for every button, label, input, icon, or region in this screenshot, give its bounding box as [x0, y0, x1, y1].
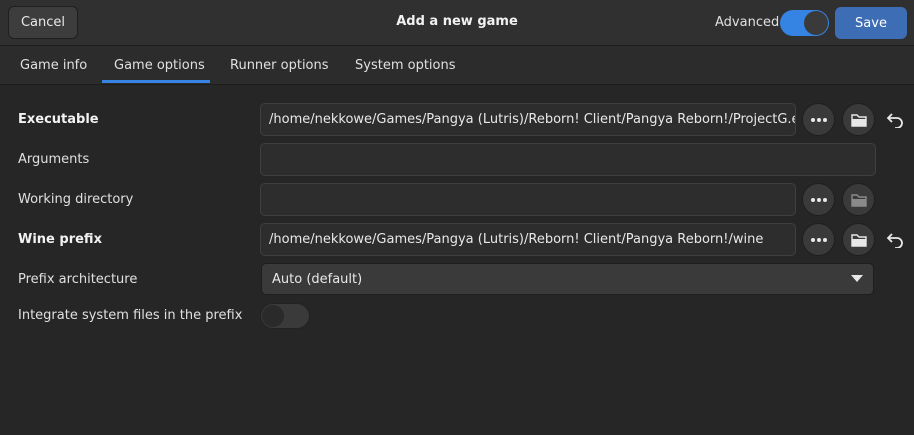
header-bar: Cancel Add a new game Advanced Save	[0, 0, 914, 46]
save-button[interactable]: Save	[835, 7, 907, 39]
folder-icon	[850, 113, 867, 127]
more-icon	[810, 197, 827, 202]
chevron-down-icon	[851, 275, 863, 282]
wine-prefix-label: Wine prefix	[18, 232, 102, 247]
tab-game-options[interactable]: Game options	[114, 58, 205, 73]
working-directory-browse-button[interactable]	[842, 183, 875, 216]
wine-prefix-browse-button[interactable]	[842, 223, 875, 256]
working-directory-more-button[interactable]	[802, 183, 835, 216]
undo-icon	[886, 233, 903, 248]
executable-label: Executable	[18, 112, 99, 127]
more-icon	[810, 117, 827, 122]
prefix-architecture-dropdown[interactable]: Auto (default)	[261, 263, 874, 295]
folder-icon	[850, 193, 867, 207]
wine-prefix-reset-button[interactable]	[883, 228, 907, 252]
tab-system-options[interactable]: System options	[355, 58, 456, 73]
tab-runner-options[interactable]: Runner options	[230, 58, 329, 73]
executable-reset-button[interactable]	[883, 108, 907, 132]
integrate-system-files-label: Integrate system files in the prefix	[18, 308, 243, 323]
prefix-architecture-value: Auto (default)	[272, 271, 363, 287]
advanced-toggle-knob	[804, 11, 828, 35]
arguments-input[interactable]	[260, 143, 876, 176]
tab-game-info[interactable]: Game info	[20, 58, 87, 73]
integrate-system-files-toggle-knob	[262, 305, 284, 327]
advanced-toggle[interactable]	[780, 10, 829, 36]
arguments-label: Arguments	[18, 152, 90, 167]
active-tab-indicator	[102, 80, 210, 83]
integrate-system-files-toggle[interactable]	[260, 303, 310, 329]
prefix-architecture-label: Prefix architecture	[18, 272, 138, 287]
more-icon	[810, 237, 827, 242]
working-directory-label: Working directory	[18, 192, 134, 207]
undo-icon	[886, 113, 903, 128]
executable-browse-button[interactable]	[842, 103, 875, 136]
tab-bar: Game info Game options Runner options Sy…	[0, 46, 914, 85]
executable-more-button[interactable]	[802, 103, 835, 136]
working-directory-input[interactable]	[260, 183, 796, 216]
wine-prefix-input[interactable]: /home/nekkowe/Games/Pangya (Lutris)/Rebo…	[260, 223, 796, 256]
advanced-label: Advanced	[715, 15, 780, 30]
folder-icon	[850, 233, 867, 247]
wine-prefix-more-button[interactable]	[802, 223, 835, 256]
executable-input[interactable]: /home/nekkowe/Games/Pangya (Lutris)/Rebo…	[260, 103, 796, 136]
